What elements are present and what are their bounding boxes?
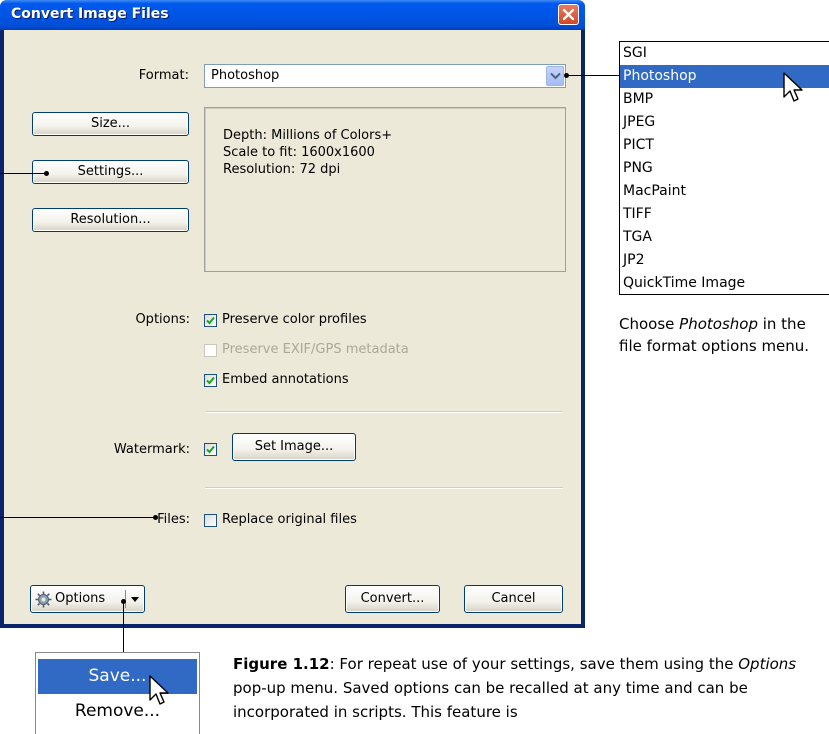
format-label: Format: (138, 68, 189, 83)
options-label: Options: (135, 312, 190, 327)
checkmark-icon (206, 316, 215, 325)
resolution-info: Resolution: 72 dpi (223, 162, 341, 177)
chevron-down-icon (550, 72, 561, 80)
replace-original-files-label[interactable]: Replace original files (222, 512, 357, 527)
format-select-value: Photoshop (211, 68, 280, 83)
preserve-exif-checkbox (204, 344, 217, 357)
depth-info: Depth: Millions of Colors+ (223, 128, 393, 143)
figure-label: Figure 1.12 (233, 655, 330, 673)
cancel-button[interactable]: Cancel (464, 585, 563, 613)
format-caption: Choose Photoshop in the file format opti… (619, 313, 819, 357)
embed-annotations-label: Embed annotations (222, 372, 349, 387)
checkmark-icon (206, 445, 215, 454)
format-item-jp2[interactable]: JP2 (620, 249, 829, 272)
files-label: Files: (157, 512, 190, 527)
dialog-client-area: Format: Photoshop Size... Settings... Re… (4, 30, 581, 624)
title-bar[interactable]: Convert Image Files (0, 0, 585, 30)
format-leader-dot (564, 73, 569, 78)
convert-image-files-dialog: Convert Image Files Format: Photoshop Si… (0, 0, 585, 628)
caption-emphasis: Photoshop (679, 315, 758, 333)
options-leader-line (123, 601, 124, 652)
format-item-quicktime-image[interactable]: QuickTime Image (620, 272, 829, 295)
embed-annotations-checkbox[interactable] (204, 374, 217, 387)
format-leader-line (566, 75, 619, 76)
resolution-button[interactable]: Resolution... (32, 208, 189, 232)
mouse-cursor-icon (149, 675, 169, 705)
settings-leader-line (0, 173, 46, 174)
settings-leader-dot (44, 171, 49, 176)
options-menu-button[interactable]: Options (30, 585, 145, 613)
figure-caption-emphasis: Options (738, 655, 797, 673)
menu-item-save[interactable]: Save... (38, 659, 197, 694)
format-item-tga[interactable]: TGA (620, 226, 829, 249)
files-leader-line (0, 517, 155, 518)
format-options-menu: SGI Photoshop BMP JPEG PICT PNG MacPaint… (619, 41, 829, 295)
figure-caption-text-2: pop-up menu. Saved options can be recall… (233, 679, 748, 721)
dropdown-arrow-icon (131, 597, 139, 602)
gear-icon (35, 591, 52, 608)
mouse-cursor-icon (783, 72, 803, 102)
caption-text-before: Choose (619, 315, 680, 333)
settings-summary-box: Depth: Millions of Colors+ Scale to fit:… (204, 107, 566, 272)
convert-button[interactable]: Convert... (345, 585, 440, 613)
close-button[interactable] (558, 4, 579, 25)
figure-caption: Figure 1.12: For repeat use of your sett… (233, 652, 823, 724)
files-leader-dot (153, 515, 158, 520)
format-item-sgi[interactable]: SGI (620, 42, 829, 65)
watermark-label: Watermark: (113, 442, 190, 457)
preserve-color-profiles-label: Preserve color profiles (222, 312, 367, 327)
separator (205, 487, 563, 489)
checkmark-icon (206, 376, 215, 385)
options-button-label: Options (55, 591, 106, 606)
separator (205, 411, 563, 413)
format-item-tiff[interactable]: TIFF (620, 203, 829, 226)
format-item-pict[interactable]: PICT (620, 134, 829, 157)
format-dropdown-button[interactable] (546, 66, 564, 86)
options-popup-menu: Save... Remove... (35, 652, 200, 734)
settings-button[interactable]: Settings... (32, 160, 189, 184)
preserve-color-profiles-checkbox[interactable] (204, 314, 217, 327)
format-item-png[interactable]: PNG (620, 157, 829, 180)
scale-info: Scale to fit: 1600x1600 (223, 145, 375, 160)
size-button[interactable]: Size... (32, 112, 189, 136)
watermark-checkbox[interactable] (204, 443, 217, 456)
menu-item-remove[interactable]: Remove... (38, 694, 197, 729)
preserve-exif-label: Preserve EXIF/GPS metadata (222, 342, 409, 357)
format-select[interactable]: Photoshop (204, 64, 566, 88)
figure-caption-text-1: : For repeat use of your settings, save … (329, 655, 739, 673)
format-item-jpeg[interactable]: JPEG (620, 111, 829, 134)
options-leader-dot (121, 599, 126, 604)
window-title: Convert Image Files (11, 6, 169, 22)
format-item-macpaint[interactable]: MacPaint (620, 180, 829, 203)
set-image-button[interactable]: Set Image... (232, 433, 356, 461)
replace-original-files-checkbox[interactable] (204, 514, 217, 527)
close-icon (562, 8, 575, 21)
